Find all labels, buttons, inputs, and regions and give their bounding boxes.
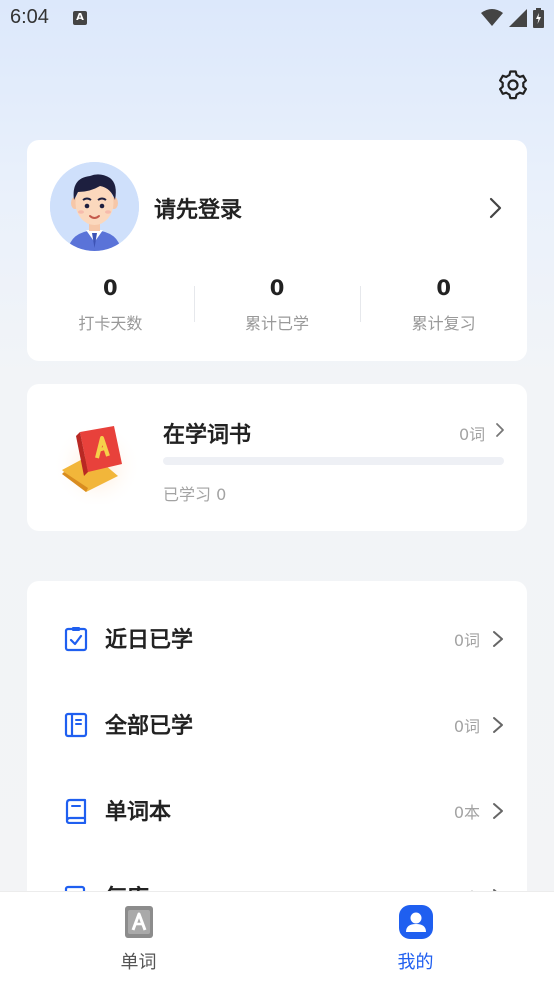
notebook-icon: [64, 712, 88, 738]
chevron-right-icon: [493, 803, 503, 819]
menu-label: 近日已学: [105, 628, 194, 653]
stat-value: 0: [103, 276, 118, 300]
menu-label: 全部已学: [105, 714, 194, 739]
profile-card: 请先登录 0 打卡天数 0 累计已学 0 累计复习: [27, 140, 527, 361]
chevron-right-icon: [493, 717, 503, 733]
stat-checkin-days: 0 打卡天数: [27, 274, 194, 334]
chevron-right-icon[interactable]: [487, 196, 503, 220]
stat-label: 打卡天数: [78, 314, 143, 333]
tab-label: 单词: [120, 952, 157, 973]
menu-item-wordbook[interactable]: 单词本 0本: [27, 767, 527, 853]
stat-value: 0: [436, 276, 451, 300]
menu-item-all-learned[interactable]: 全部已学 0词: [27, 681, 527, 767]
menu-label: 单词本: [105, 800, 172, 825]
stat-total-reviewed: 0 累计复习: [360, 274, 527, 334]
stat-label: 累计复习: [411, 314, 476, 333]
book-icon: [65, 798, 87, 824]
wifi-icon: [481, 9, 503, 26]
word-lists-card: 近日已学 0词 全部已学 0词 单词本 0本: [27, 581, 527, 921]
signal-icon: [509, 9, 527, 27]
settings-gear-icon[interactable]: [496, 68, 530, 102]
stat-value: 0: [269, 276, 285, 300]
checklist-icon: [64, 627, 88, 652]
status-icons: [481, 8, 544, 28]
learned-count: 已学习 0: [163, 485, 227, 504]
menu-count: 0词: [453, 717, 480, 736]
stats-row: 0 打卡天数 0 累计已学 0 累计复习: [27, 274, 527, 334]
avatar-illustration: [50, 162, 139, 251]
menu-item-recent-learned[interactable]: 近日已学 0词: [27, 595, 527, 681]
status-time: 6:04: [10, 6, 49, 28]
tab-label: 我的: [397, 952, 434, 973]
word-card-icon: [124, 906, 153, 938]
book-title: 在学词书: [163, 423, 252, 448]
menu-count: 0本: [453, 803, 480, 822]
chevron-right-icon[interactable]: [495, 421, 505, 439]
book-progress-bar: [163, 457, 504, 465]
bottom-tab-bar: 单词 我的: [0, 891, 554, 984]
notification-icon: A: [73, 11, 87, 25]
tab-mine[interactable]: 我的: [277, 892, 554, 984]
current-book-card[interactable]: 在学词书 0词 已学习 0: [27, 384, 527, 531]
login-prompt[interactable]: 请先登录: [154, 192, 242, 224]
chevron-right-icon: [493, 631, 503, 647]
avatar[interactable]: [50, 162, 139, 251]
user-profile-icon: [398, 905, 433, 939]
tab-words[interactable]: 单词: [0, 892, 277, 984]
status-bar: 6:04 A: [0, 0, 554, 38]
menu-count: 0词: [453, 631, 480, 650]
book-word-count: 0词: [459, 425, 486, 444]
battery-icon: [533, 8, 544, 28]
book-cover-icon: [53, 418, 141, 504]
stat-label: 累计已学: [245, 314, 310, 333]
stat-total-learned: 0 累计已学: [193, 274, 361, 334]
